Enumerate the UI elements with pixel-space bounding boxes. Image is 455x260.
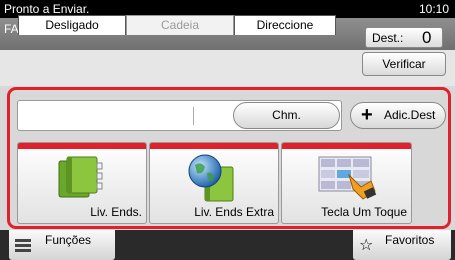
favorites-button[interactable]: ☆ Favoritos [353, 230, 451, 260]
destination-counter: Dest.: 0 [365, 27, 443, 48]
favorites-label: Favoritos [385, 233, 435, 247]
functions-button[interactable]: Funções [9, 230, 115, 260]
functions-label: Funções [45, 233, 92, 247]
tab-cadeia: Cadeia [126, 15, 234, 35]
star-icon: ☆ [359, 237, 374, 254]
selection-highlight [7, 87, 451, 229]
tab-direccione[interactable]: Direccione [234, 15, 336, 35]
destination-label: Dest.: [372, 31, 404, 45]
list-icon [15, 239, 31, 255]
tab-desligado[interactable]: Desligado [18, 15, 126, 35]
verify-button[interactable]: Verificar [362, 52, 446, 76]
destination-count: 0 [422, 28, 432, 47]
status-message: Pronto a Enviar. [4, 2, 90, 16]
clock: 10:10 [418, 2, 449, 16]
